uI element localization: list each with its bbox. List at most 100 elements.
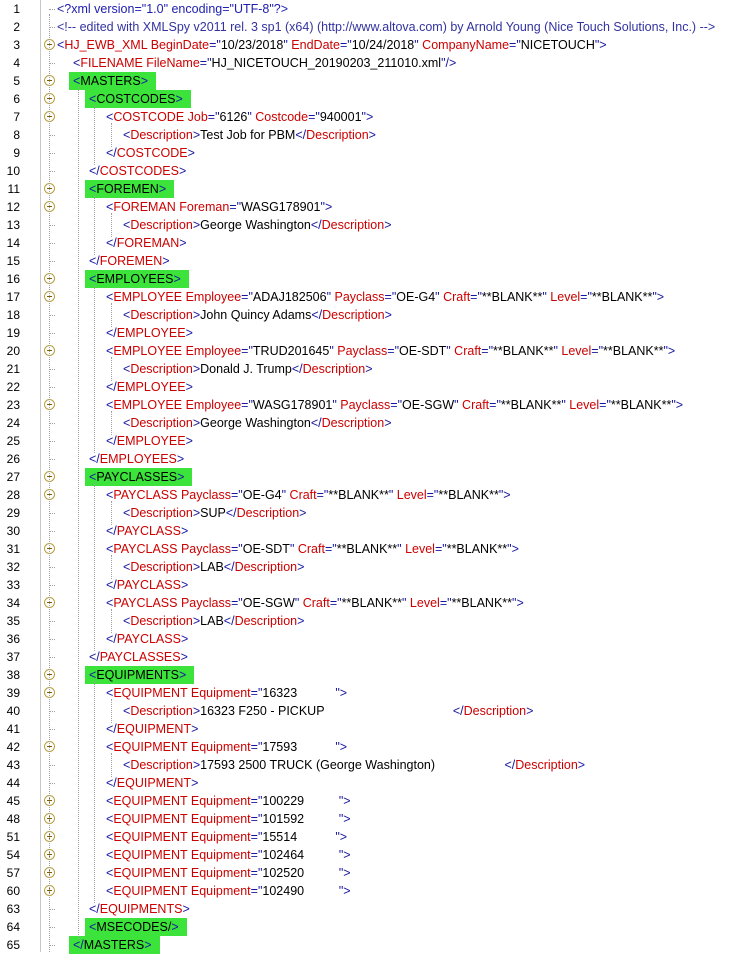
- code-line[interactable]: 6 <COSTCODES>: [0, 90, 753, 108]
- tree-guide-tick: [49, 945, 55, 946]
- code-line[interactable]: 40 <Description>16323 F250 - PICKUP </Des…: [0, 702, 753, 720]
- token: EMPLOYEE: [116, 380, 186, 394]
- code-line[interactable]: 19 </EMPLOYEE>: [0, 324, 753, 342]
- code-text: <EMPLOYEE Employee="ADAJ182506" Payclass…: [106, 288, 664, 306]
- token: =": [470, 290, 482, 304]
- code-line[interactable]: 26 </EMPLOYEES>: [0, 450, 753, 468]
- token: >: [384, 218, 392, 232]
- code-line[interactable]: 57 <EQUIPMENT Equipment="102520 ">: [0, 864, 753, 882]
- token: >: [171, 920, 179, 934]
- code-line[interactable]: 17 <EMPLOYEE Employee="ADAJ182506" Paycla…: [0, 288, 753, 306]
- tree-guide-tick: [49, 441, 55, 442]
- code-text: <EQUIPMENT Equipment="101592 ">: [106, 810, 351, 828]
- code-line[interactable]: 10 </COSTCODES>: [0, 162, 753, 180]
- code-line[interactable]: 28 <PAYCLASS Payclass="OE-G4" Craft="**BL…: [0, 486, 753, 504]
- token: Description: [130, 506, 193, 520]
- code-line[interactable]: 42 <EQUIPMENT Equipment="17593 ">: [0, 738, 753, 756]
- code-line[interactable]: 4 <FILENAME FileName="HJ_NICETOUCH_201902…: [0, 54, 753, 72]
- code-line[interactable]: 1 <?xml version="1.0" encoding="UTF-8"?>: [0, 0, 753, 18]
- line-number: 63: [6, 902, 20, 916]
- highlighted-element: <MASTERS>: [69, 72, 157, 90]
- code-line[interactable]: 54 <EQUIPMENT Equipment="102464 ">: [0, 846, 753, 864]
- token: BeginDate: [147, 38, 210, 52]
- line-number: 28: [6, 488, 20, 502]
- code-line[interactable]: 44 </EQUIPMENT>: [0, 774, 753, 792]
- code-text: <PAYCLASS Payclass="OE-SDT" Craft="**BLA…: [106, 540, 519, 558]
- tree-guide-tick: [49, 531, 55, 532]
- token: </: [310, 218, 322, 232]
- token: >: [144, 938, 152, 952]
- code-line[interactable]: 18 <Description>John Quincy Adams</Descri…: [0, 306, 753, 324]
- code-line[interactable]: 34 <PAYCLASS Payclass="OE-SGW" Craft="**B…: [0, 594, 753, 612]
- code-line[interactable]: 8 <Description>Test Job for PBM</Descript…: [0, 126, 753, 144]
- code-line[interactable]: 2 <!-- edited with XMLSpy v2011 rel. 3 sp…: [0, 18, 753, 36]
- code-line[interactable]: 15 </FOREMEN>: [0, 252, 753, 270]
- token: >: [178, 668, 187, 682]
- code-line[interactable]: 14 </FOREMAN>: [0, 234, 753, 252]
- code-line[interactable]: 22 </EMPLOYEE>: [0, 378, 753, 396]
- code-line[interactable]: 65 </MASTERS>: [0, 936, 753, 954]
- tree-guide: [111, 213, 112, 237]
- code-text: <Description>Donald J. Trump</Descriptio…: [123, 360, 373, 378]
- code-line[interactable]: 25 </EMPLOYEE>: [0, 432, 753, 450]
- code-line[interactable]: 51 <EQUIPMENT Equipment="15514 ">: [0, 828, 753, 846]
- code-line[interactable]: 30 </PAYCLASS>: [0, 522, 753, 540]
- code-line[interactable]: 39 <EQUIPMENT Equipment="16323 ">: [0, 684, 753, 702]
- code-line[interactable]: 16 <EMPLOYEES>: [0, 270, 753, 288]
- code-line[interactable]: 11 <FOREMEN>: [0, 180, 753, 198]
- tree-guide-tick: [49, 315, 55, 316]
- code-text: <Description>George Washington</Descript…: [123, 414, 392, 432]
- token: Level: [406, 596, 440, 610]
- token: EQUIPMENTS: [96, 668, 179, 682]
- code-line[interactable]: 41 </EQUIPMENT>: [0, 720, 753, 738]
- token: 17593: [262, 740, 336, 754]
- token: </: [106, 524, 117, 538]
- code-line[interactable]: 29 <Description>SUP</Description>: [0, 504, 753, 522]
- token: Employee: [182, 398, 242, 412]
- code-line[interactable]: 35 <Description>LAB</Description>: [0, 612, 753, 630]
- token: Craft: [458, 398, 490, 412]
- token: EQUIPMENT: [113, 884, 188, 898]
- token: Craft: [450, 344, 482, 358]
- token: Craft: [299, 596, 330, 610]
- token: =": [250, 686, 263, 700]
- line-number: 38: [6, 668, 20, 682]
- code-line[interactable]: 45 <EQUIPMENT Equipment="100229 ">: [0, 792, 753, 810]
- code-line[interactable]: 37 </PAYCLASSES>: [0, 648, 753, 666]
- code-line[interactable]: 3 <HJ_EWB_XML BeginDate="10/23/2018" EndD…: [0, 36, 753, 54]
- code-line[interactable]: 5 <MASTERS>: [0, 72, 753, 90]
- token: Craft: [286, 488, 317, 502]
- code-text: </PAYCLASS>: [106, 630, 188, 648]
- code-text: <Description>John Quincy Adams</Descript…: [123, 306, 392, 324]
- code-line[interactable]: 24 <Description>George Washington</Descri…: [0, 414, 753, 432]
- token: Description: [234, 614, 298, 628]
- token: Payclass: [177, 542, 231, 556]
- code-line[interactable]: 13 <Description>George Washington</Descri…: [0, 216, 753, 234]
- code-line[interactable]: 36 </PAYCLASS>: [0, 630, 753, 648]
- code-line[interactable]: 63 </EQUIPMENTS>: [0, 900, 753, 918]
- code-line[interactable]: 48 <EQUIPMENT Equipment="101592 ">: [0, 810, 753, 828]
- code-line[interactable]: 23 <EMPLOYEE Employee="WASG178901" Paycla…: [0, 396, 753, 414]
- code-line[interactable]: 9 </COSTCODE>: [0, 144, 753, 162]
- tree-guide: [111, 411, 112, 435]
- code-line[interactable]: 31 <PAYCLASS Payclass="OE-SDT" Craft="**B…: [0, 540, 753, 558]
- token: OE-SGW: [402, 398, 455, 412]
- code-line[interactable]: 7 <COSTCODE Job="6126" Costcode="940001">: [0, 108, 753, 126]
- code-line[interactable]: 32 <Description>LAB</Description>: [0, 558, 753, 576]
- code-line[interactable]: 38 <EQUIPMENTS>: [0, 666, 753, 684]
- code-line[interactable]: 20 <EMPLOYEE Employee="TRUD201645" Paycla…: [0, 342, 753, 360]
- token: 6126: [219, 110, 248, 124]
- code-line[interactable]: 21 <Description>Donald J. Trump</Descript…: [0, 360, 753, 378]
- token: Description: [515, 758, 578, 772]
- tree-guide-tick: [49, 63, 55, 64]
- tree-guide: [78, 87, 79, 939]
- token: =": [230, 488, 243, 502]
- code-line[interactable]: 12 <FOREMAN Foreman="WASG178901">: [0, 198, 753, 216]
- token: </: [311, 308, 323, 322]
- code-line[interactable]: 33 </PAYCLASS>: [0, 576, 753, 594]
- code-line[interactable]: 43 <Description>17593 2500 TRUCK (George …: [0, 756, 753, 774]
- code-line[interactable]: 60 <EQUIPMENT Equipment="102490 ">: [0, 882, 753, 900]
- highlighted-element: <FOREMEN>: [85, 180, 175, 198]
- code-line[interactable]: 27 <PAYCLASSES>: [0, 468, 753, 486]
- code-line[interactable]: 64 <MSECODES/>: [0, 918, 753, 936]
